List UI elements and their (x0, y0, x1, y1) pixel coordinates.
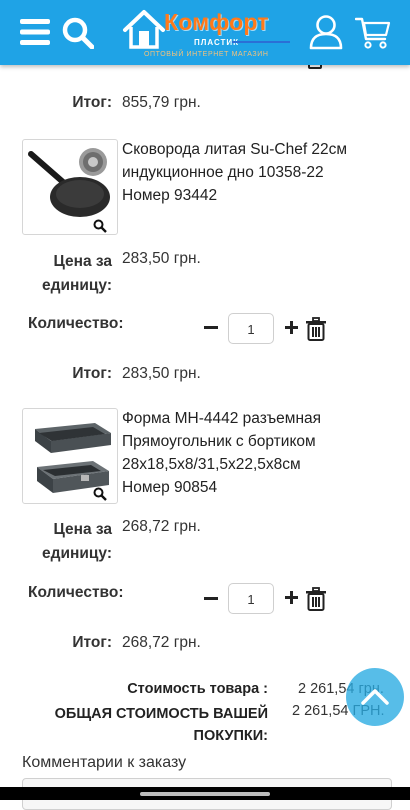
quantity-increase-button[interactable] (285, 321, 298, 334)
previous-total-value: 855,79 грн. (122, 94, 201, 111)
quantity-input[interactable]: 1 (228, 583, 274, 614)
comments-label: Комментарии к заказу (22, 754, 187, 771)
total-value: 283,50 грн. (122, 365, 201, 382)
house-logo-icon (123, 10, 165, 49)
product-title-line: индукционное дно 10358-22 (122, 164, 324, 181)
goods-cost-label: Стоимость товара : (127, 681, 268, 697)
grand-total-label-line: ПОКУПКИ: (193, 728, 268, 744)
product-title-form[interactable]: Форма MH-4442 разъемная Прямоугольник с … (122, 407, 392, 499)
quantity-label: Количество: (28, 584, 124, 601)
chevron-up-icon (361, 689, 389, 705)
unit-price-label: Цена за единицу: (30, 518, 112, 566)
home-gesture-pill[interactable] (140, 792, 270, 796)
product-title-line: Прямоугольник с бортиком (122, 433, 316, 450)
user-icon[interactable] (308, 14, 344, 50)
quantity-label: Количество: (28, 315, 124, 332)
logo-title: Комфорт (164, 9, 269, 35)
product-number: Номер 93442 (122, 187, 218, 204)
quantity-increase-button[interactable] (285, 591, 298, 604)
total-label: Итог: (72, 365, 112, 382)
unit-price-label-line: единицу: (42, 277, 112, 294)
trash-icon[interactable] (305, 587, 327, 611)
quantity-decrease-button[interactable] (204, 597, 218, 600)
trash-icon[interactable] (305, 317, 327, 341)
zoom-icon[interactable] (93, 487, 107, 501)
site-header: Комфорт ПЛАСТИК ОПТОВЫЙ ИНТЕРНЕТ МАГАЗИН (0, 0, 410, 65)
product-title-pan[interactable]: Сковорода литая Su-Chef 22см индукционно… (122, 138, 392, 207)
grand-total-label: ОБЩАЯ СТОИМОСТЬ ВАШЕЙ ПОКУПКИ: (20, 703, 268, 747)
logo-tagline: ОПТОВЫЙ ИНТЕРНЕТ МАГАЗИН (144, 51, 269, 58)
product-title-line: Сковорода литая Su-Chef 22см (122, 141, 348, 158)
logo-divider (232, 41, 290, 43)
quantity-input[interactable]: 1 (228, 313, 274, 344)
unit-price-value: 268,72 грн. (122, 518, 201, 535)
menu-icon[interactable] (20, 19, 50, 45)
product-number: Номер 90854 (122, 479, 218, 496)
scroll-to-top-button[interactable] (346, 668, 404, 726)
cart-icon[interactable] (355, 14, 391, 50)
grand-total-label-line: ОБЩАЯ СТОИМОСТЬ ВАШЕЙ (54, 706, 268, 722)
total-value: 268,72 грн. (122, 634, 201, 651)
unit-price-label-line: единицу: (42, 545, 112, 562)
previous-total-label: Итог: (72, 94, 112, 111)
product-title-line: Форма MH-4442 разъемная (122, 410, 322, 427)
unit-price-label-line: Цена за (53, 253, 112, 270)
cart-content: Итог: 855,79 грн. Сковорода литая Su-Che… (0, 0, 410, 810)
site-logo[interactable]: Комфорт ПЛАСТИК ОПТОВЫЙ ИНТЕРНЕТ МАГАЗИН (122, 9, 290, 59)
unit-price-value: 283,50 грн. (122, 250, 201, 267)
zoom-icon[interactable] (93, 219, 107, 233)
quantity-decrease-button[interactable] (204, 326, 218, 329)
product-title-line: 28x18,5x8/31,5x22,5x8см (122, 456, 301, 473)
unit-price-label: Цена за единицу: (30, 250, 112, 298)
search-icon[interactable] (62, 17, 94, 49)
unit-price-label-line: Цена за (53, 521, 112, 538)
total-label: Итог: (72, 634, 112, 651)
